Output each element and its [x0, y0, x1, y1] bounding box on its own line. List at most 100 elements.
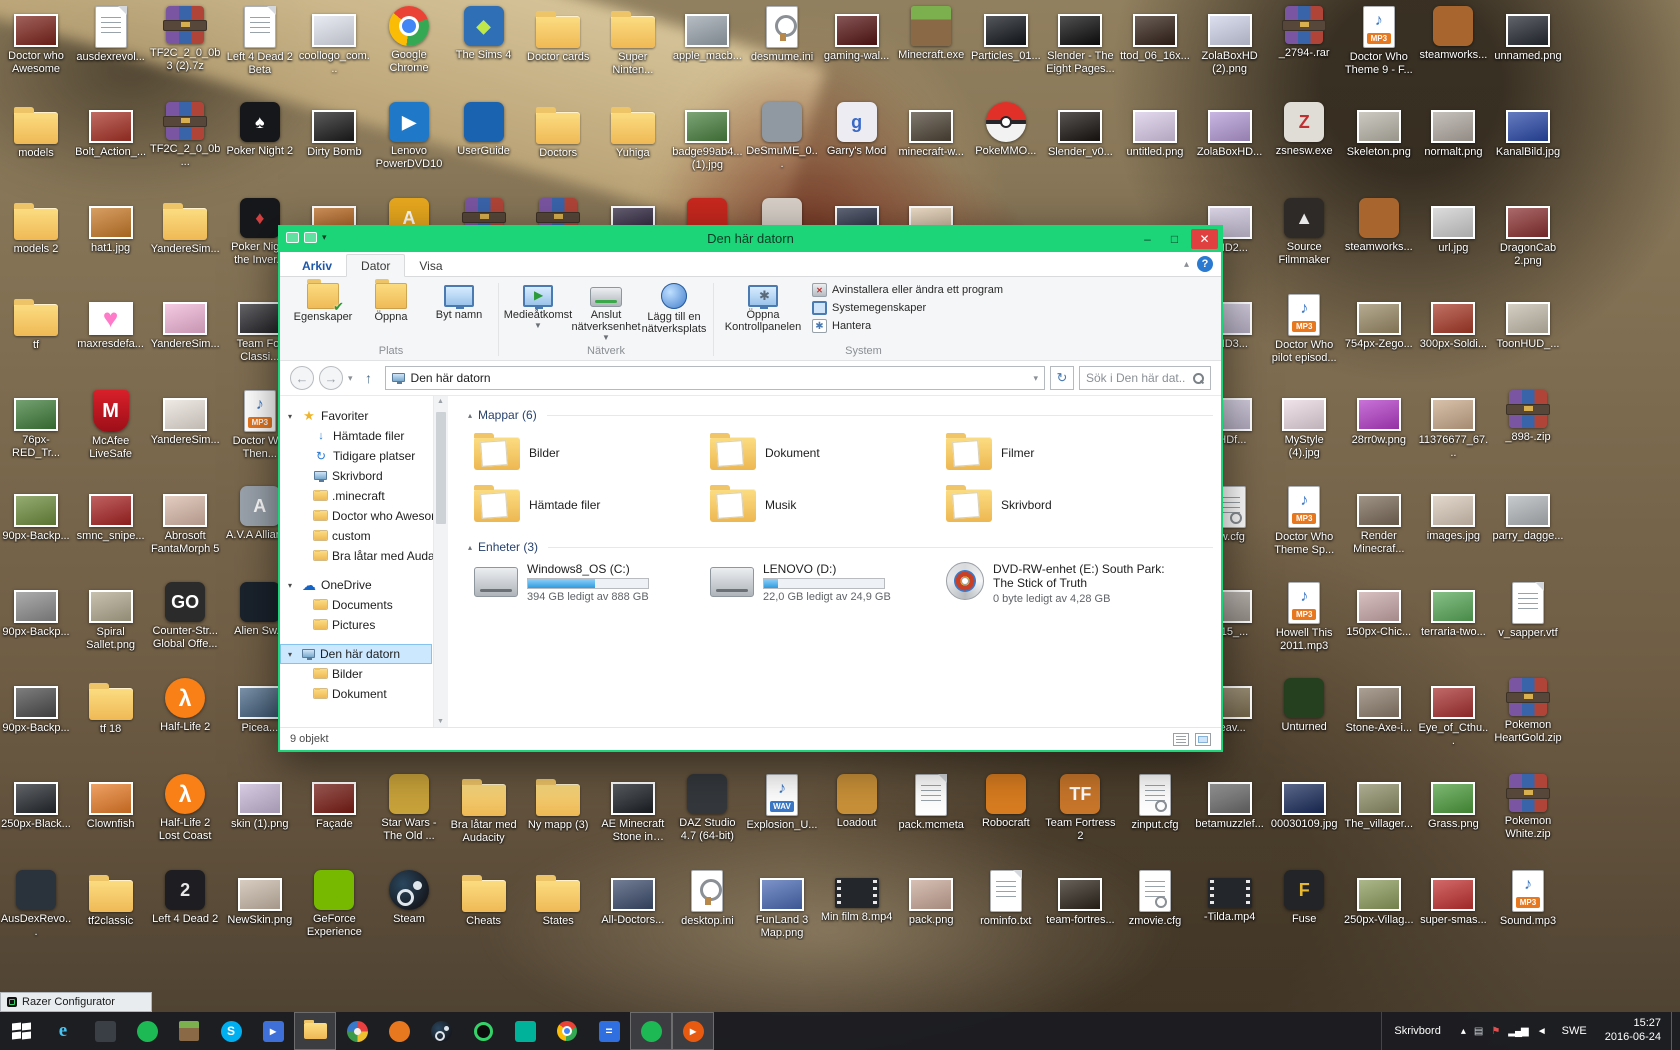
- tab-arkiv[interactable]: Arkiv: [288, 255, 346, 276]
- folder-tile-skrivbord[interactable]: Skrivbord: [940, 480, 1176, 530]
- desktop-icon-funland-3-map-png[interactable]: FunLand 3 Map.png: [746, 870, 818, 940]
- nav-item-bra-låtar-med-audac[interactable]: Bra låtar med Audac: [280, 546, 441, 566]
- desktop-icon-pack-mcmeta[interactable]: pack.mcmeta: [895, 774, 967, 832]
- keyboard-language[interactable]: SWE: [1554, 1025, 1595, 1037]
- desktop-icon-tf2classic[interactable]: tf2classic: [75, 870, 147, 928]
- media-app-button[interactable]: ▸: [252, 1012, 294, 1050]
- desktop-icon-super-ninten[interactable]: Super Ninten...: [597, 6, 669, 77]
- desktop-icon-300px-soldi[interactable]: 300px-Soldi...: [1417, 294, 1489, 351]
- desktop-icon-bolt-action[interactable]: Bolt_Action_...: [75, 102, 147, 159]
- desktop-icon-754px-zego[interactable]: 754px-Zego...: [1343, 294, 1415, 351]
- nav-item-bilder[interactable]: Bilder: [280, 664, 432, 684]
- up-button[interactable]: ↑: [358, 367, 380, 389]
- pinned-app-orange-button[interactable]: [378, 1012, 420, 1050]
- desktop-icon-howell-this-2011-mp3[interactable]: Howell This 2011.mp3: [1268, 582, 1340, 653]
- desktop-icon-terraria-two[interactable]: terraria-two...: [1417, 582, 1489, 639]
- expand-arrow-icon[interactable]: ▾: [288, 412, 297, 421]
- skype-button[interactable]: S: [210, 1012, 252, 1050]
- desktop-icon-bra-låtar-med-audacity[interactable]: Bra låtar med Audacity: [448, 774, 520, 845]
- desktop-toolbar-label[interactable]: Skrivbord: [1381, 1012, 1452, 1050]
- desktop-icon-newskin-png[interactable]: NewSkin.png: [224, 870, 296, 927]
- tray-app-icon[interactable]: ▤: [1474, 1026, 1484, 1037]
- desktop-icon-minecraft-w[interactable]: minecraft-w...: [895, 102, 967, 159]
- tray-network-icon[interactable]: ▂▄▆: [1508, 1026, 1528, 1037]
- desktop-icon-pokemon-heartgold-zip[interactable]: Pokemon HeartGold.zip: [1492, 678, 1564, 745]
- desktop-icon-dirty-bomb[interactable]: Dirty Bomb: [298, 102, 370, 159]
- desktop-icon-coollogo-com[interactable]: coollogo_com...: [298, 6, 370, 76]
- refresh-button[interactable]: ↻: [1050, 366, 1074, 390]
- search-input[interactable]: [1086, 371, 1186, 385]
- desktop-icon-lenovo-powerdvd10[interactable]: ▶ Lenovo PowerDVD10: [373, 102, 445, 171]
- nav-item-favoriter[interactable]: ▾ Favoriter: [280, 406, 432, 426]
- desktop-icon-team-fortres[interactable]: team-fortres...: [1044, 870, 1116, 927]
- tab-visa[interactable]: Visa: [405, 255, 456, 276]
- desktop-icon-states[interactable]: States: [522, 870, 594, 928]
- razer-configurator-bar[interactable]: Razer Configurator: [0, 992, 152, 1012]
- desktop-icon-pack-png[interactable]: pack.png: [895, 870, 967, 927]
- desktop-icon-doctor-who-awesome[interactable]: Doctor who Awesome: [0, 6, 72, 76]
- desktop-icon-steamworks[interactable]: steamworks...: [1343, 198, 1415, 254]
- desktop-icon-mcafee-livesafe[interactable]: McAfee LiveSafe: [75, 390, 147, 461]
- scrollbar-thumb[interactable]: [436, 412, 446, 524]
- desktop-icon-grass-png[interactable]: Grass.png: [1417, 774, 1489, 831]
- clock[interactable]: 15:27 2016-06-24: [1595, 1017, 1671, 1045]
- desktop-icon-google-chrome[interactable]: Google Chrome: [373, 6, 445, 75]
- desktop-icon-star-wars-the-old[interactable]: Star Wars - The Old ...: [373, 774, 445, 843]
- nav-item-tidigare-platser[interactable]: Tidigare platser: [280, 446, 432, 466]
- desktop-icon-desktop-ini[interactable]: desktop.ini: [671, 870, 743, 928]
- desktop-icon-doctors[interactable]: Doctors: [522, 102, 594, 160]
- desktop-icon-poker-night-2[interactable]: ♠ Poker Night 2: [224, 102, 296, 158]
- nav-item-dokument[interactable]: Dokument: [280, 684, 432, 704]
- nav-item-skrivbord[interactable]: Skrivbord: [280, 466, 432, 486]
- desktop-icon-zmovie-cfg[interactable]: zmovie.cfg: [1119, 870, 1191, 928]
- windows-store-button[interactable]: [504, 1012, 546, 1050]
- desktop-icon-clownfish[interactable]: Clownfish: [75, 774, 147, 831]
- collapse-section-icon[interactable]: ▴: [468, 543, 472, 552]
- nav-item-custom[interactable]: custom: [280, 526, 432, 546]
- desktop-icon-898-zip[interactable]: _898-.zip: [1492, 390, 1564, 444]
- desktop-icon-eye-of-cthu[interactable]: Eye_of_Cthu...: [1417, 678, 1489, 748]
- desktop-icon-unturned[interactable]: Unturned: [1268, 678, 1340, 734]
- desktop-icon-fa-ade[interactable]: Façade: [298, 774, 370, 831]
- desktop-icon-min-film-8-mp4[interactable]: Min film 8.mp4: [821, 870, 893, 924]
- folder-tile-hämtade-filer[interactable]: Hämtade filer: [468, 480, 704, 530]
- desktop-icon-badge99ab4-1-jpg[interactable]: badge99ab4... (1).jpg: [671, 102, 743, 172]
- folder-tile-musik[interactable]: Musik: [704, 480, 940, 530]
- desktop-icon-zsnesw-exe[interactable]: Zzsnesw.exe: [1268, 102, 1340, 158]
- desktop-icon-explosion-u[interactable]: Explosion_U...: [746, 774, 818, 832]
- spotify-running-button[interactable]: [630, 1012, 672, 1050]
- desktop-icon-ttod-06-16x[interactable]: ttod_06_16x...: [1119, 6, 1191, 63]
- desktop-icon-left-4-dead-2-beta[interactable]: Left 4 Dead 2 Beta: [224, 6, 296, 77]
- nav-scrollbar[interactable]: [433, 396, 448, 727]
- desktop-icon-v-sapper-vtf[interactable]: v_sapper.vtf: [1492, 582, 1564, 640]
- desktop-icon-ausdexrevol[interactable]: ausdexrevol...: [75, 6, 147, 64]
- desktop-icon-desmume-0[interactable]: DeSmuME_0...: [746, 102, 818, 171]
- desktop-icon-sound-mp3[interactable]: Sound.mp3: [1492, 870, 1564, 928]
- desktop-icon-fuse[interactable]: F Fuse: [1268, 870, 1340, 926]
- desktop-icon-yanderesim[interactable]: YandereSim...: [149, 294, 221, 351]
- desktop-icon-90px-backp[interactable]: 90px-Backp...: [0, 678, 72, 735]
- maximize-button[interactable]: □: [1161, 229, 1188, 249]
- desktop-icon-team-fortress-2[interactable]: TF Team Fortress 2: [1044, 774, 1116, 843]
- desktop-icon-cheats[interactable]: Cheats: [448, 870, 520, 928]
- desktop-icon-the-sims-4[interactable]: ◆ The Sims 4: [448, 6, 520, 62]
- manage-button[interactable]: Hantera: [808, 319, 1007, 333]
- address-dropdown-icon[interactable]: ▾: [1033, 373, 1038, 384]
- desktop-icon-90px-backp[interactable]: 90px-Backp...: [0, 582, 72, 639]
- desktop-icon-ae-minecraft-stone-in-swo[interactable]: AE Minecraft Stone in swo...: [597, 774, 669, 844]
- desktop-icon-zolaboxhd-2-png[interactable]: ZolaBoxHD (2).png: [1194, 6, 1266, 76]
- desktop-icon-tilda-mp4[interactable]: -Tilda.mp4: [1194, 870, 1266, 924]
- desktop-icon-tf-18[interactable]: tf 18: [75, 678, 147, 736]
- desktop-icon-kanalbild-jpg[interactable]: KanalBild.jpg: [1492, 102, 1564, 159]
- desktop-icon-mystyle-4-jpg[interactable]: MyStyle (4).jpg: [1268, 390, 1340, 460]
- nav-item-hämtade-filer[interactable]: Hämtade filer: [280, 426, 432, 446]
- internet-explorer-button[interactable]: e: [42, 1012, 84, 1050]
- media-player-button[interactable]: ▸: [672, 1012, 714, 1050]
- properties-button[interactable]: Egenskaper: [290, 279, 356, 323]
- desktop-icon-garry-s-mod[interactable]: g Garry's Mod: [821, 102, 893, 158]
- desktop-icon-yanderesim[interactable]: YandereSim...: [149, 390, 221, 447]
- desktop-icon-pokemmo[interactable]: PokeMMO...: [970, 102, 1042, 158]
- nav-item-doctor-who-aweson[interactable]: Doctor who Aweson: [280, 506, 438, 526]
- desktop-icon-particles-01[interactable]: Particles_01...: [970, 6, 1042, 63]
- collapse-ribbon-icon[interactable]: ▴: [1184, 259, 1189, 270]
